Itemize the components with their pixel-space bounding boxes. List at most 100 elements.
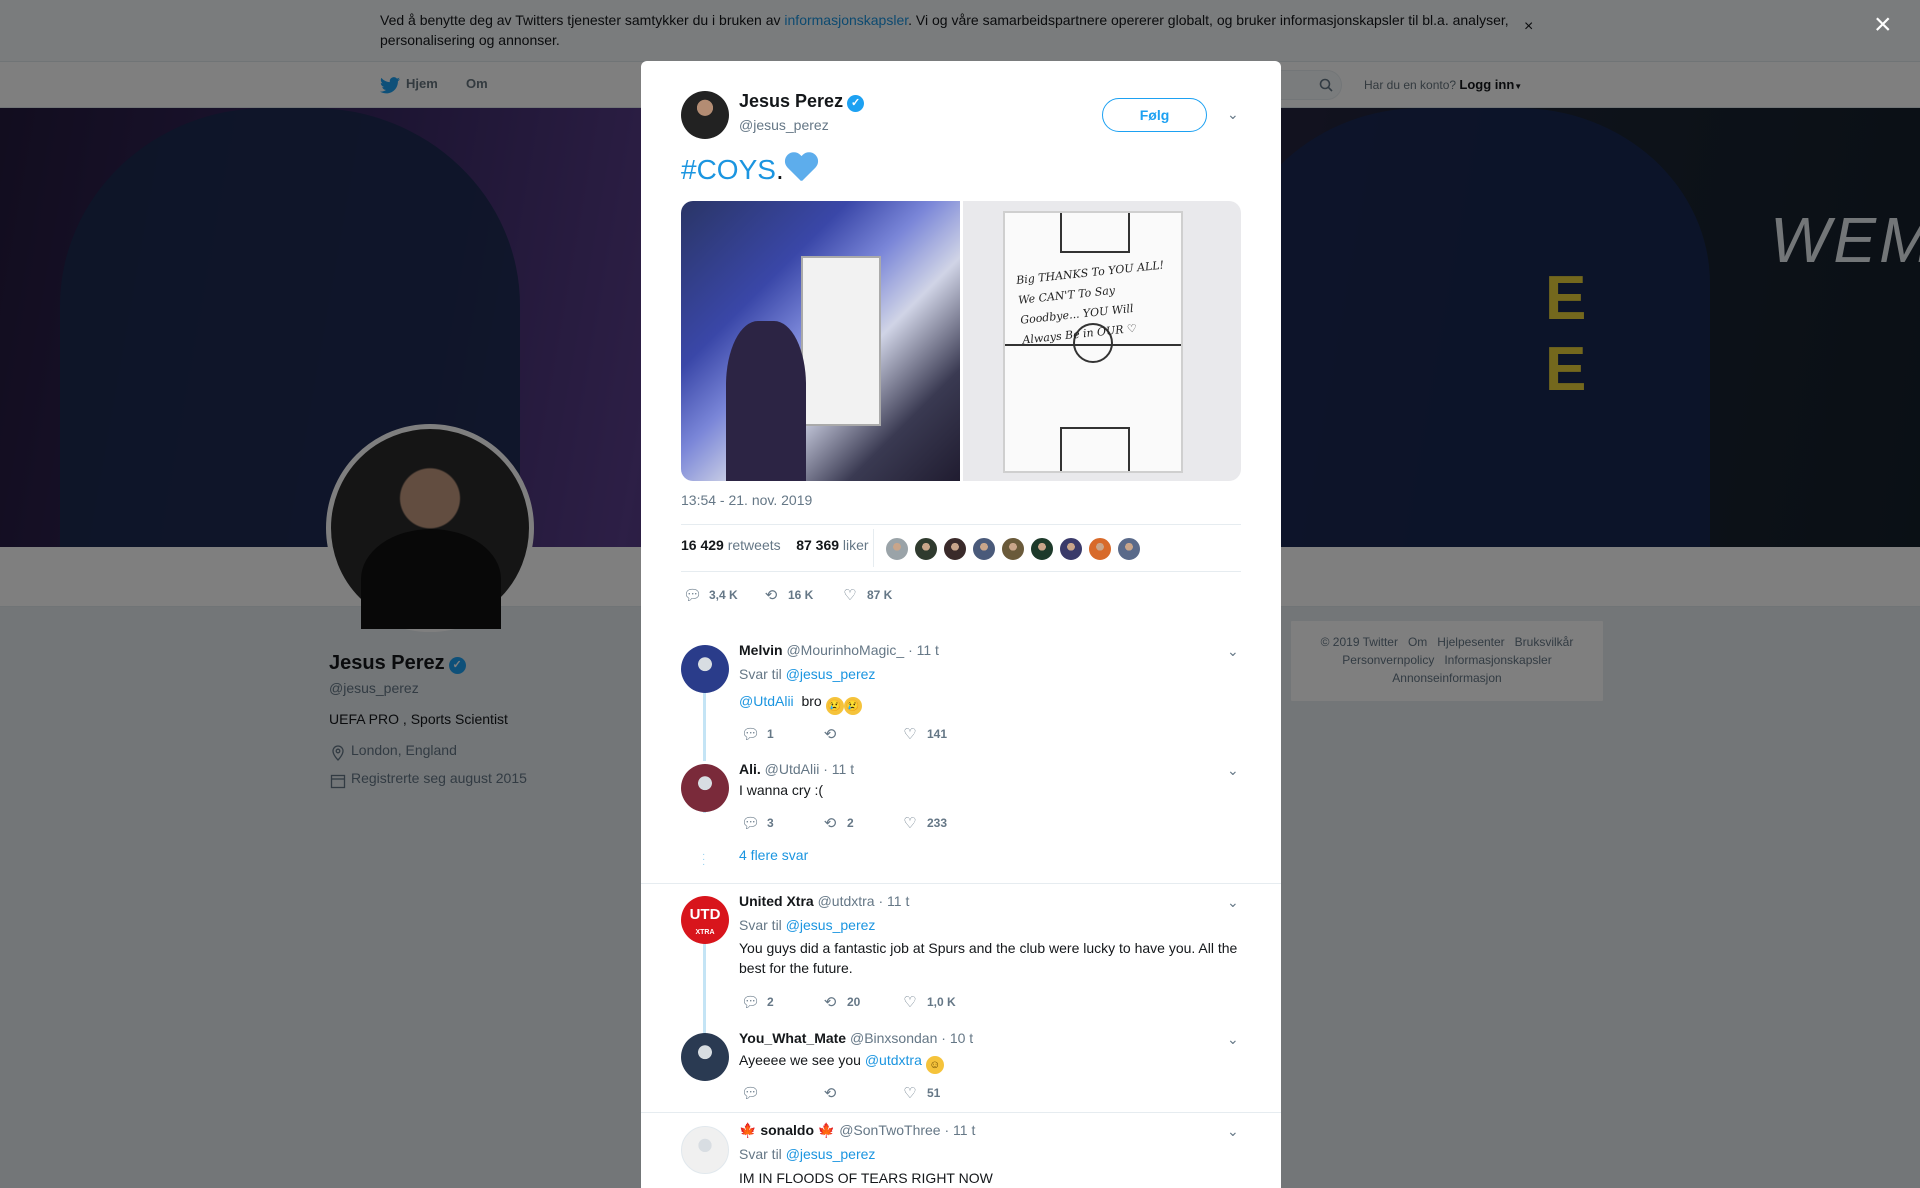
utd-xtra-logo-subtext: XTRA [695,929,715,936]
reply-author-handle[interactable]: @SonTwoThree [839,1122,940,1138]
photo-person [726,321,806,481]
retweet-action[interactable]: ⟲ [821,725,847,743]
chevron-down-icon[interactable]: ⌄ [1227,762,1239,779]
reply-avatar[interactable] [681,645,729,693]
chevron-down-icon[interactable]: ⌄ [1227,106,1239,123]
reply-author-handle[interactable]: @UtdAlii [765,761,820,777]
reply-to-link[interactable]: @jesus_perez [786,917,876,933]
reply-author-name[interactable]: United Xtra [739,893,814,909]
pitch-box [1060,213,1130,253]
reply-time[interactable]: · 10 t [941,1030,973,1046]
tweet-modal: Jesus Perez ✓ @jesus_perez Følg ⌄ #COYS. … [641,61,1281,1188]
reply-text-body: Ayeeee we see you [739,1052,861,1068]
reply-action[interactable]: 💬︎ 3,4 K [683,586,738,604]
chevron-down-icon[interactable]: ⌄ [1227,1123,1239,1140]
like-count: 51 [927,1086,941,1100]
chevron-down-icon[interactable]: ⌄ [1227,894,1239,911]
liker-avatar[interactable] [1059,537,1083,561]
divider [641,883,1281,884]
like-action[interactable]: ♡ 51 [901,1084,940,1102]
retweet-action[interactable]: ⟲ 16 K [762,586,814,604]
author-avatar[interactable] [681,91,729,139]
reply-action[interactable]: 💬︎ 3 [741,814,774,832]
retweet-action[interactable]: ⟲ 2 [821,814,854,832]
reply-time[interactable]: · 11 t [823,761,854,777]
tweet-timestamp[interactable]: 13:54 - 21. nov. 2019 [681,492,812,508]
more-replies-link[interactable]: 4 flere svar [739,847,808,863]
reply-action[interactable]: 💬︎ [741,1084,767,1102]
reply-count: 2 [767,995,774,1009]
chevron-down-icon[interactable]: ⌄ [1227,643,1239,660]
reply-avatar[interactable] [681,764,729,812]
reply-avatar[interactable] [681,1033,729,1081]
retweet-action[interactable]: ⟲ [821,1084,847,1102]
reply-to-link[interactable]: @jesus_perez [786,1146,876,1162]
reply-author-name[interactable]: Ali. [739,761,761,777]
reply-header: 🍁 sonaldo 🍁 @SonTwoThree · 11 t [739,1122,975,1139]
reply-time[interactable]: · 11 t [878,893,909,909]
liker-avatar[interactable] [1117,537,1141,561]
chevron-down-icon[interactable]: ⌄ [1227,1031,1239,1048]
reply-author-name[interactable]: sonaldo [760,1122,814,1138]
whiteboard [801,256,881,426]
liker-avatar[interactable] [914,537,938,561]
author-name-text: Jesus Perez [739,91,844,111]
reply-author-name[interactable]: You_What_Mate [739,1030,846,1046]
heart-icon: ♡ [903,1085,917,1102]
verified-icon: ✓ [847,95,865,112]
reply-action[interactable]: 💬︎ 2 [741,993,774,1011]
like-action[interactable]: ♡ 87 K [841,586,892,604]
reply-to: Svar til @jesus_perez [739,917,875,933]
reply-time[interactable]: · 11 t [908,642,939,658]
hashtag-link[interactable]: #COYS [681,154,776,185]
reply-author-name[interactable]: Melvin [739,642,783,658]
liker-avatar[interactable] [1001,537,1025,561]
mention-link[interactable]: @UtdAlii [739,693,794,709]
retweets-count[interactable]: 16 429 [681,537,724,553]
like-count: 1,0 K [927,995,956,1009]
retweet-icon: ⟲ [823,726,837,743]
crying-face-emoji-icon: 😢 [825,697,844,715]
like-action[interactable]: ♡ 1,0 K [901,993,956,1011]
liker-avatar[interactable] [1088,537,1112,561]
pitch-box [1060,427,1130,471]
reply-header: Ali. @UtdAlii · 11 t [739,761,854,777]
tweet-text-punct: . [775,154,784,185]
reply-author-handle[interactable]: @MourinhoMagic_ [786,642,904,658]
reply-to: Svar til @jesus_perez [739,1146,875,1162]
reply-avatar[interactable] [681,1126,729,1174]
likes-label[interactable]: liker [843,537,869,553]
reply-author-handle[interactable]: @utdxtra [818,893,875,909]
reply-icon: 💬︎ [741,994,761,1011]
media-photo-right[interactable]: Big THANKS To YOU ALL! We CAN'T To Say G… [963,201,1241,481]
like-action[interactable]: ♡ 141 [901,725,947,743]
reply-avatar[interactable]: UTD XTRA [681,896,729,944]
author-name[interactable]: Jesus Perez ✓ [739,91,865,112]
liker-avatar[interactable] [885,537,909,561]
retweets-label[interactable]: retweets [728,537,781,553]
close-modal-icon[interactable]: × [1874,10,1892,40]
grinning-face-emoji-icon: ☺ [925,1056,944,1074]
reply-to-link[interactable]: @jesus_perez [786,666,876,682]
reply-time[interactable]: · 11 t [944,1122,975,1138]
follow-button[interactable]: Følg [1102,98,1207,132]
heart-icon: ♡ [903,994,917,1011]
divider [641,1112,1281,1113]
likes-count[interactable]: 87 369 [796,537,839,553]
media-photo-left[interactable] [681,201,960,481]
heart-icon: ♡ [843,587,857,604]
retweet-action[interactable]: ⟲ 20 [821,993,861,1011]
reply-author-handle[interactable]: @Binxsondan [850,1030,937,1046]
author-handle[interactable]: @jesus_perez [739,117,829,133]
liker-avatar[interactable] [943,537,967,561]
crying-face-emoji-icon: 😢 [843,697,862,715]
reply-action[interactable]: 💬︎ 1 [741,725,774,743]
like-action[interactable]: ♡ 233 [901,814,947,832]
tweet-media[interactable]: Big THANKS To YOU ALL! We CAN'T To Say G… [681,201,1241,481]
reply-count: 1 [767,727,774,741]
reply-to-label: Svar til [739,917,782,933]
liker-avatar[interactable] [972,537,996,561]
reply-count: 3 [767,816,774,830]
mention-link[interactable]: @utdxtra [865,1052,922,1068]
liker-avatar[interactable] [1030,537,1054,561]
